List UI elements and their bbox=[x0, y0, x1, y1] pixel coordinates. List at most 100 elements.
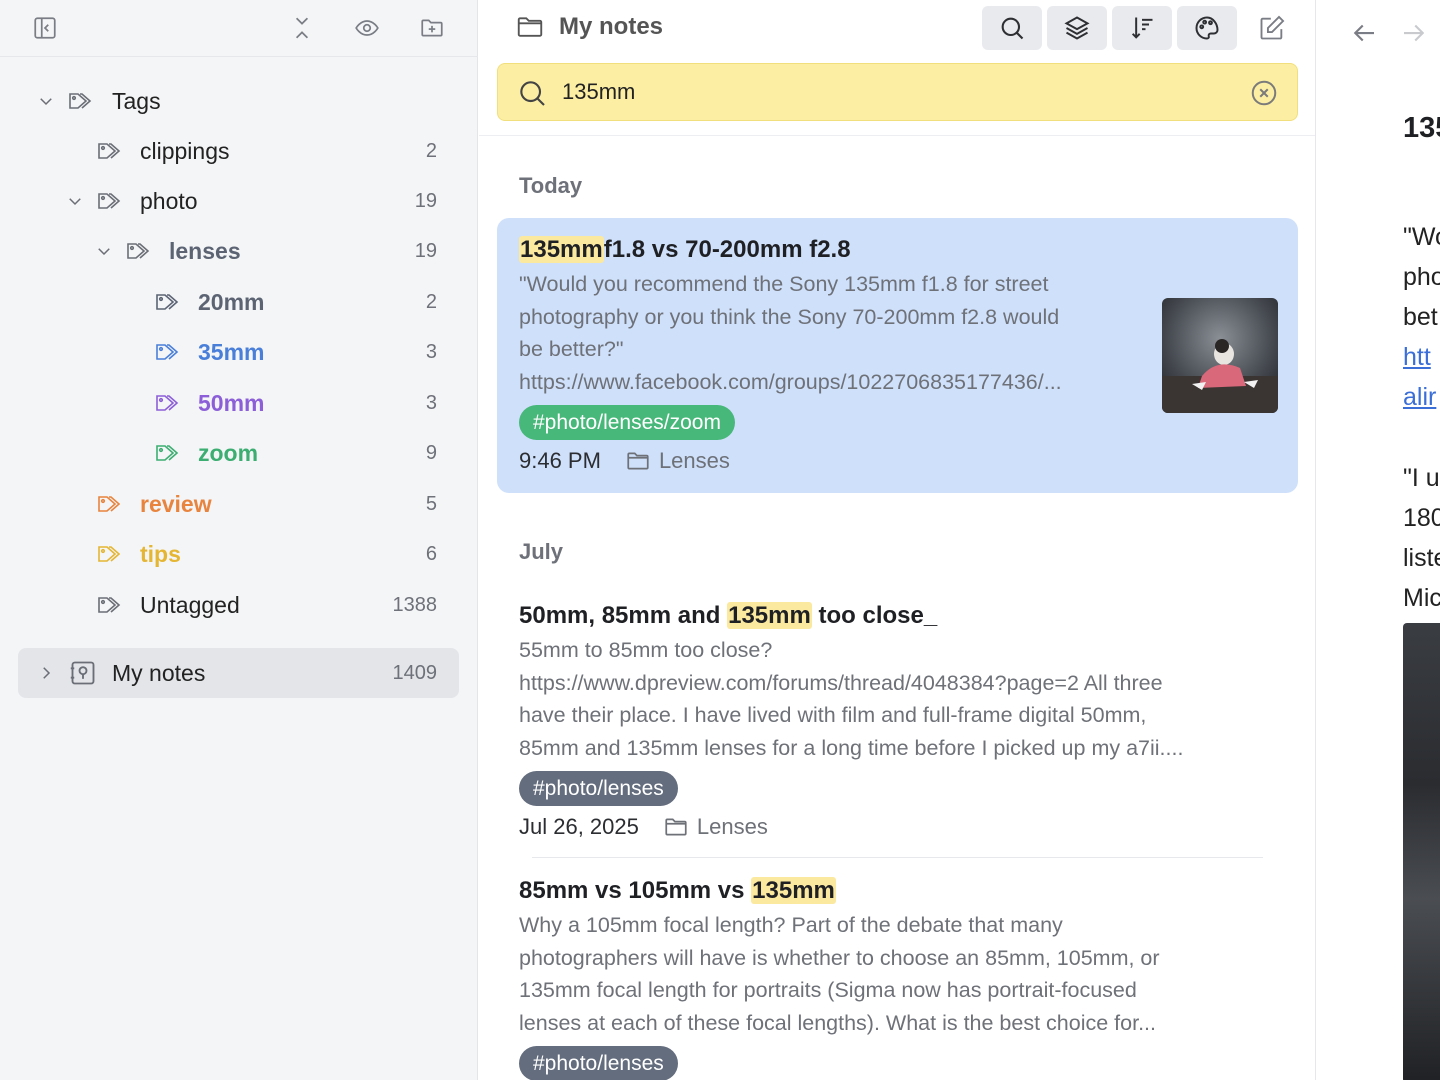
note-thumbnail bbox=[1162, 298, 1278, 413]
folder-title-text: My notes bbox=[559, 13, 664, 40]
editor-line[interactable]: liste bbox=[1403, 544, 1440, 573]
sidebar-toggle-icon[interactable] bbox=[29, 12, 61, 44]
tag-icon bbox=[66, 86, 96, 116]
tag-icon bbox=[95, 186, 125, 216]
editor-link[interactable]: alir bbox=[1403, 383, 1436, 412]
layers-icon bbox=[1063, 14, 1091, 42]
sidebar-item-label: 35mm bbox=[198, 338, 265, 365]
editor-line[interactable]: 180 bbox=[1403, 504, 1440, 533]
palette-button[interactable] bbox=[1177, 6, 1237, 50]
sidebar-item-35mm[interactable]: 35mm 3 bbox=[18, 327, 459, 377]
chevron-down-icon[interactable] bbox=[65, 191, 85, 211]
excerpt-line: have their place. I have lived with film… bbox=[519, 703, 1147, 727]
chevron-down-icon[interactable] bbox=[94, 241, 114, 261]
excerpt-line: photographers will have is whether to ch… bbox=[519, 945, 1160, 970]
note-excerpt: Why a 105mm focal length? Part of the de… bbox=[519, 909, 1289, 1039]
note-tag[interactable]: #photo/lenses/zoom bbox=[519, 405, 735, 440]
note-list-header: My notes bbox=[479, 0, 1315, 57]
excerpt-line: 55mm to 85mm too close? bbox=[519, 638, 773, 662]
sidebar-item-label: zoom bbox=[198, 439, 259, 466]
sidebar-item-count: 19 bbox=[414, 189, 437, 212]
collapse-icon[interactable] bbox=[286, 12, 318, 44]
sidebar-item-zoom[interactable]: zoom 9 bbox=[18, 428, 459, 478]
search-bar bbox=[497, 63, 1298, 121]
note-card[interactable]: 85mm vs 105mm vs 135mm Why a 105mm focal… bbox=[497, 859, 1298, 1080]
excerpt-line: "Would you recommend the Sony 135mm f1.8… bbox=[519, 272, 1049, 296]
sort-button[interactable] bbox=[1112, 6, 1172, 50]
sidebar-item-clippings[interactable]: clippings 2 bbox=[18, 126, 459, 176]
sidebar-item-count: 5 bbox=[425, 492, 437, 515]
editor-line[interactable]: bet bbox=[1403, 303, 1438, 332]
excerpt-line: 135mm focal length for portraits (Sigma … bbox=[519, 978, 1137, 1002]
sidebar-item-50mm[interactable]: 50mm 3 bbox=[18, 378, 459, 428]
folder-icon bbox=[663, 814, 697, 840]
folder-icon bbox=[625, 448, 659, 474]
note-tag[interactable]: #photo/lenses bbox=[519, 771, 678, 806]
sidebar-item-label: lenses bbox=[169, 237, 241, 264]
excerpt-line: 85mm and 135mm lenses for a long time be… bbox=[519, 735, 1184, 760]
editor-line[interactable]: "I u bbox=[1403, 464, 1440, 493]
sidebar-item-label: Untagged bbox=[140, 591, 240, 618]
editor-line[interactable]: pho bbox=[1403, 263, 1440, 292]
tag-icon bbox=[95, 590, 125, 620]
tag-icon bbox=[95, 489, 125, 519]
excerpt-line: photography or you think the Sony 70-200… bbox=[519, 304, 1060, 329]
search-input[interactable] bbox=[562, 74, 1222, 110]
new-note-button[interactable] bbox=[1242, 6, 1302, 50]
excerpt-line: Why a 105mm focal length? Part of the de… bbox=[519, 913, 1063, 937]
sidebar-folder-my-notes[interactable]: My notes 1409 bbox=[18, 648, 459, 698]
back-arrow-icon[interactable] bbox=[1349, 18, 1379, 48]
chevron-down-icon[interactable] bbox=[36, 91, 56, 111]
tags-header[interactable]: Tags bbox=[18, 76, 459, 126]
sidebar-item-count: 19 bbox=[414, 239, 437, 262]
clear-icon[interactable] bbox=[1249, 78, 1279, 108]
note-card[interactable]: 135mmf1.8 vs 70-200mm f2.8 "Would you re… bbox=[497, 218, 1298, 493]
section-label: Today bbox=[519, 173, 583, 198]
note-tag[interactable]: #photo/lenses bbox=[519, 1046, 678, 1080]
note-title-text: f1.8 vs 70-200mm f2.8 bbox=[603, 236, 851, 263]
sidebar-item-label: review bbox=[140, 490, 212, 517]
sidebar-item-20mm[interactable]: 20mm 2 bbox=[18, 277, 459, 327]
sidebar-item-photo[interactable]: photo 19 bbox=[18, 176, 459, 226]
chevron-right-icon[interactable] bbox=[36, 663, 56, 683]
sidebar-item-tips[interactable]: tips 6 bbox=[18, 529, 459, 579]
tag-icon bbox=[153, 287, 183, 317]
divider bbox=[532, 857, 1263, 858]
layers-button[interactable] bbox=[1047, 6, 1107, 50]
note-meta: 9:46 PM Lenses bbox=[519, 448, 730, 474]
sidebar-toolbar bbox=[0, 0, 478, 57]
new-folder-icon[interactable] bbox=[416, 12, 448, 44]
forward-arrow-icon[interactable] bbox=[1399, 18, 1429, 48]
editor-line[interactable]: "Wo bbox=[1403, 223, 1440, 252]
tags-header-label: Tags bbox=[112, 87, 161, 114]
editor-link[interactable]: htt bbox=[1403, 343, 1431, 372]
sidebar-item-count: 2 bbox=[425, 290, 437, 313]
sidebar-item-label: photo bbox=[140, 187, 198, 214]
tag-icon bbox=[153, 388, 183, 418]
sidebar-item-untagged[interactable]: Untagged 1388 bbox=[18, 580, 459, 630]
search-icon bbox=[516, 77, 548, 109]
sidebar-item-label: 20mm bbox=[198, 288, 265, 315]
excerpt-line: lenses at each of these focal lengths). … bbox=[519, 1010, 1156, 1035]
note-card[interactable]: 50mm, 85mm and 135mm too close_ 55mm to … bbox=[497, 584, 1298, 854]
tag-icon bbox=[124, 236, 154, 266]
excerpt-line: be better?" bbox=[519, 337, 624, 361]
note-folder: Lenses bbox=[625, 448, 730, 474]
note-list-panel: My notes Today 135mmf1.8 vs 70-200mm f2.… bbox=[479, 0, 1316, 1080]
note-meta: Jul 26, 2025 Lenses bbox=[519, 814, 768, 840]
sidebar-item-count: 2 bbox=[425, 139, 437, 162]
search-button[interactable] bbox=[982, 6, 1042, 50]
editor-line[interactable]: Mic bbox=[1403, 584, 1440, 613]
note-title: 85mm vs 105mm vs 135mm bbox=[519, 877, 836, 905]
folder-title: My notes bbox=[515, 12, 663, 42]
eye-icon[interactable] bbox=[351, 12, 383, 44]
sidebar-item-lenses[interactable]: lenses 19 bbox=[18, 226, 459, 276]
note-time: 9:46 PM bbox=[519, 448, 601, 473]
editor-title[interactable]: 135 bbox=[1403, 112, 1440, 145]
folder-icon bbox=[515, 12, 559, 42]
sidebar-item-review[interactable]: review 5 bbox=[18, 479, 459, 529]
sidebar-item-count: 1388 bbox=[392, 593, 438, 616]
sidebar-folder-label: My notes bbox=[112, 659, 206, 686]
note-excerpt: "Would you recommend the Sony 135mm f1.8… bbox=[519, 268, 1159, 398]
excerpt-line: https://www.dpreview.com/forums/thread/4… bbox=[519, 670, 1163, 695]
